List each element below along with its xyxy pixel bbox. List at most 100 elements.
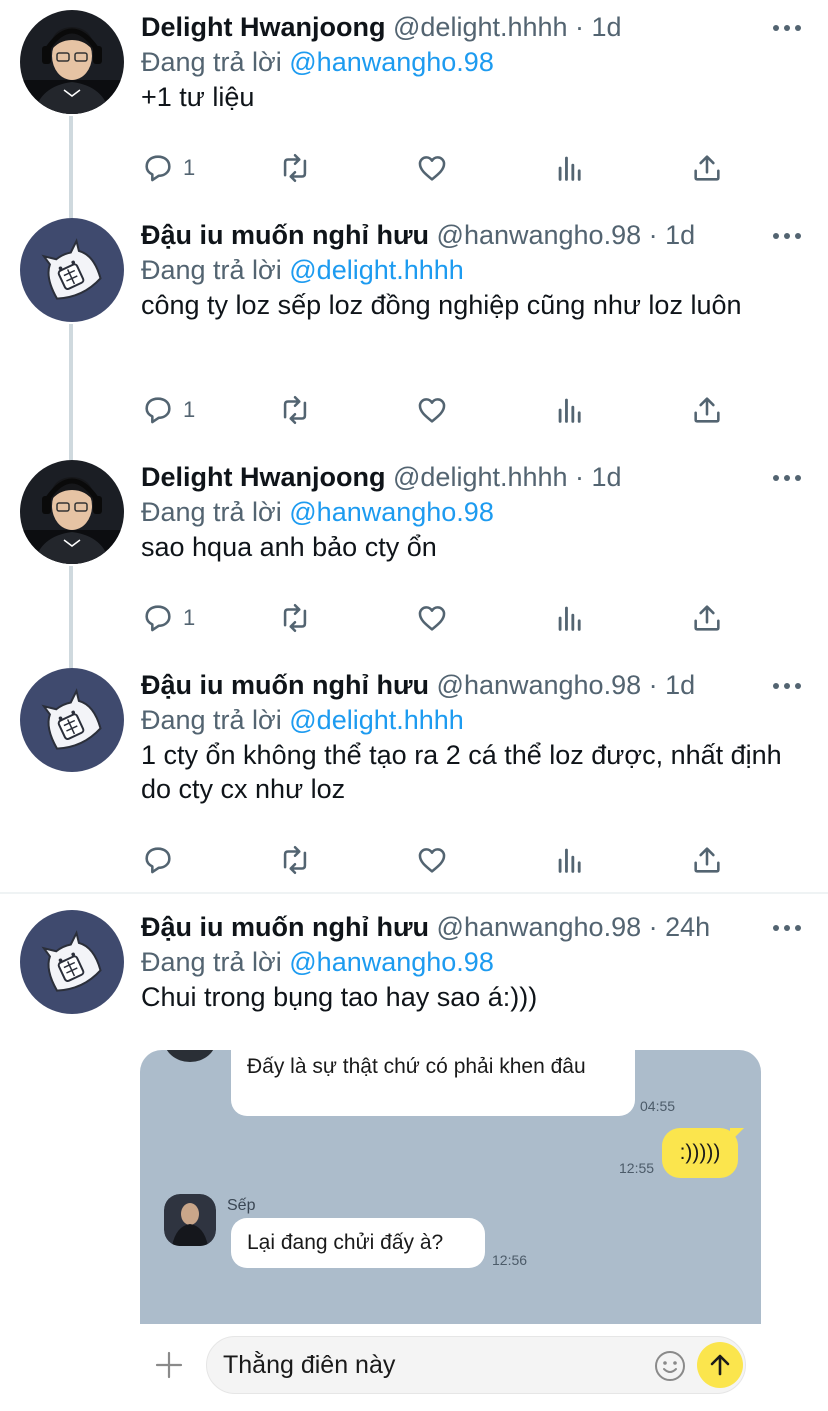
reply-prefix: Đang trả lời xyxy=(141,497,290,527)
plus-icon[interactable] xyxy=(154,1350,184,1380)
mention-link[interactable]: @delight.hhhh xyxy=(289,255,464,285)
chat-input-bar: Thằng điên này xyxy=(140,1324,761,1411)
reply-count: 1 xyxy=(183,605,196,630)
reply-button[interactable] xyxy=(141,840,183,880)
reply-button[interactable]: 1 xyxy=(141,148,195,188)
message-input[interactable]: Thằng điên này xyxy=(206,1336,746,1394)
tweet[interactable]: Đậu iu muốn nghỉ hưu @hanwangho.98 · 1d … xyxy=(0,208,828,448)
share-button[interactable] xyxy=(690,148,724,188)
reply-context: Đang trả lời @delight.hhhh xyxy=(141,253,464,287)
avatar[interactable] xyxy=(20,910,124,1014)
share-button[interactable] xyxy=(690,390,724,430)
avatar[interactable] xyxy=(20,460,124,564)
retweet-icon xyxy=(278,601,312,635)
display-name[interactable]: Đậu iu muốn nghỉ hưu xyxy=(141,670,429,700)
tweet-text: +1 tư liệu xyxy=(141,82,255,112)
bubble-tail xyxy=(730,1128,744,1142)
handle-time: @hanwangho.98 · 1d xyxy=(436,220,696,250)
tweet-text: 1 cty ổn không thể tạo ra 2 cá thể loz đ… xyxy=(141,740,782,804)
display-name[interactable]: Đậu iu muốn nghỉ hưu xyxy=(141,220,429,250)
mention-link[interactable]: @hanwangho.98 xyxy=(289,497,494,527)
chat-message: Đấy là sự thật chứ có phải khen đâu xyxy=(247,1055,586,1078)
display-name[interactable]: Delight Hwanjoong xyxy=(141,12,385,42)
views-button[interactable] xyxy=(553,148,587,188)
views-button[interactable] xyxy=(553,840,587,880)
views-button[interactable] xyxy=(553,598,587,638)
tweet-header: Delight Hwanjoong @delight.hhhh · 1d xyxy=(141,10,622,44)
views-icon xyxy=(553,843,587,877)
retweet-button[interactable] xyxy=(278,598,312,638)
like-button[interactable] xyxy=(415,390,449,430)
like-icon xyxy=(415,151,449,185)
reply-prefix: Đang trả lời xyxy=(141,47,290,77)
reply-context: Đang trả lời @hanwangho.98 xyxy=(141,945,494,979)
send-button[interactable] xyxy=(697,1342,743,1388)
like-icon xyxy=(415,843,449,877)
message-input-text: Thằng điên này xyxy=(223,1351,396,1379)
mention-link[interactable]: @hanwangho.98 xyxy=(289,47,494,77)
like-button[interactable] xyxy=(415,598,449,638)
sender-name: Sếp xyxy=(227,1197,256,1214)
avatar[interactable] xyxy=(20,218,124,322)
chat-message: Lại đang chửi đấy à? xyxy=(247,1231,444,1254)
tweet-actions: 1 xyxy=(141,598,741,638)
attached-image-chat[interactable]: Đấy là sự thật chứ có phải khen đâu 04:5… xyxy=(140,1050,761,1324)
handle-time: @hanwangho.98 · 1d xyxy=(436,670,696,700)
tweet[interactable]: Delight Hwanjoong @delight.hhhh · 1d Đan… xyxy=(0,450,828,660)
handle-time: @hanwangho.98 · 24h xyxy=(436,912,711,942)
retweet-button[interactable] xyxy=(278,840,312,880)
avatar[interactable] xyxy=(20,10,124,114)
views-icon xyxy=(553,151,587,185)
reply-prefix: Đang trả lời xyxy=(141,705,290,735)
mention-link[interactable]: @delight.hhhh xyxy=(289,705,464,735)
display-name[interactable]: Delight Hwanjoong xyxy=(141,462,385,492)
retweet-icon xyxy=(278,393,312,427)
chat-time: 12:55 xyxy=(619,1160,655,1176)
partial-avatar xyxy=(166,1050,214,1062)
share-icon xyxy=(690,601,724,635)
like-button[interactable] xyxy=(415,840,449,880)
more-icon[interactable] xyxy=(770,466,804,490)
reply-count: 1 xyxy=(183,155,196,180)
reply-icon xyxy=(141,393,175,427)
more-icon[interactable] xyxy=(770,224,804,248)
tweet-actions: 1 xyxy=(141,390,741,430)
share-button[interactable] xyxy=(690,598,724,638)
chat-bubble-incoming: Đấy là sự thật chứ có phải khen đâu xyxy=(231,1050,635,1116)
share-icon xyxy=(690,151,724,185)
tweet[interactable]: Đậu iu muốn nghỉ hưu @hanwangho.98 · 24h… xyxy=(0,900,828,1060)
like-button[interactable] xyxy=(415,148,449,188)
more-icon[interactable] xyxy=(770,916,804,940)
handle-time: @delight.hhhh · 1d xyxy=(393,462,622,492)
tweet[interactable]: Delight Hwanjoong @delight.hhhh · 1d Đan… xyxy=(0,0,828,210)
views-icon xyxy=(553,601,587,635)
share-button[interactable] xyxy=(690,840,724,880)
retweet-button[interactable] xyxy=(278,148,312,188)
tweet[interactable]: Đậu iu muốn nghỉ hưu @hanwangho.98 · 1d … xyxy=(0,658,828,892)
sender-avatar[interactable] xyxy=(164,1194,216,1246)
reply-prefix: Đang trả lời xyxy=(141,255,290,285)
more-icon[interactable] xyxy=(770,674,804,698)
reply-icon xyxy=(141,151,175,185)
reply-button[interactable]: 1 xyxy=(141,598,195,638)
reply-context: Đang trả lời @hanwangho.98 xyxy=(141,495,494,529)
handle-time: @delight.hhhh · 1d xyxy=(393,12,622,42)
avatar[interactable] xyxy=(20,668,124,772)
chat-bubble-incoming: Lại đang chửi đấy à? xyxy=(231,1218,485,1268)
chat-message: :))))) xyxy=(679,1141,721,1164)
reply-icon xyxy=(141,843,175,877)
emoji-icon[interactable] xyxy=(653,1349,687,1383)
tweet-divider xyxy=(0,892,828,894)
mention-link[interactable]: @hanwangho.98 xyxy=(289,947,494,977)
share-icon xyxy=(690,393,724,427)
like-icon xyxy=(415,601,449,635)
display-name[interactable]: Đậu iu muốn nghỉ hưu xyxy=(141,912,429,942)
views-button[interactable] xyxy=(553,390,587,430)
retweet-button[interactable] xyxy=(278,390,312,430)
more-icon[interactable] xyxy=(770,16,804,40)
retweet-icon xyxy=(278,843,312,877)
reply-button[interactable]: 1 xyxy=(141,390,195,430)
tweet-header: Đậu iu muốn nghỉ hưu @hanwangho.98 · 1d xyxy=(141,668,695,702)
share-icon xyxy=(690,843,724,877)
like-icon xyxy=(415,393,449,427)
